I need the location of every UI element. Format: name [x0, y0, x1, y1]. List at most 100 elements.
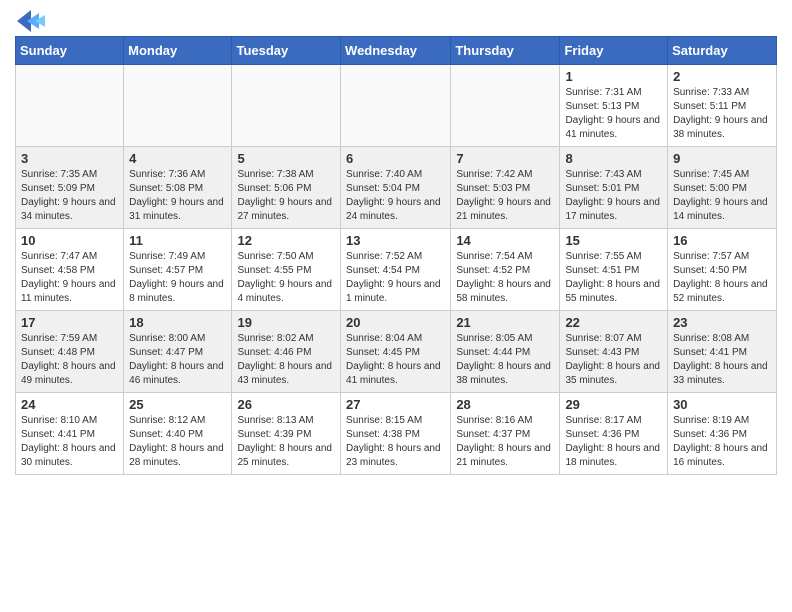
calendar-week-row: 3 Sunrise: 7:35 AM Sunset: 5:09 PM Daylig… — [16, 147, 777, 229]
day-info: Sunrise: 8:02 AM Sunset: 4:46 PM Dayligh… — [237, 332, 335, 388]
logo — [15, 10, 45, 28]
day-info: Sunrise: 8:04 AM Sunset: 4:45 PM Dayligh… — [346, 332, 445, 388]
page: SundayMondayTuesdayWednesdayThursdayFrid… — [0, 0, 792, 485]
day-info: Sunrise: 8:05 AM Sunset: 4:44 PM Dayligh… — [456, 332, 554, 388]
day-number: 4 — [129, 151, 226, 166]
day-info: Sunrise: 8:10 AM Sunset: 4:41 PM Dayligh… — [21, 414, 118, 470]
day-info: Sunrise: 7:38 AM Sunset: 5:06 PM Dayligh… — [237, 168, 335, 224]
day-number: 29 — [565, 397, 662, 412]
day-number: 5 — [237, 151, 335, 166]
logo-icon — [17, 10, 45, 32]
calendar-cell: 6 Sunrise: 7:40 AM Sunset: 5:04 PM Daylig… — [341, 147, 451, 229]
day-info: Sunrise: 7:31 AM Sunset: 5:13 PM Dayligh… — [565, 86, 662, 142]
day-number: 1 — [565, 69, 662, 84]
calendar-cell: 18Sunrise: 8:00 AM Sunset: 4:47 PM Dayli… — [124, 311, 232, 393]
day-number: 28 — [456, 397, 554, 412]
calendar-cell: 30 Sunrise: 8:19 AM Sunset: 4:36 PM Dayli… — [668, 393, 777, 475]
calendar-cell: 13 Sunrise: 7:52 AM Sunset: 4:54 PM Dayli… — [341, 229, 451, 311]
day-info: Sunrise: 7:50 AM Sunset: 4:55 PM Dayligh… — [237, 250, 335, 306]
col-header-monday: Monday — [124, 37, 232, 65]
calendar-cell — [232, 65, 341, 147]
day-info: Sunrise: 7:57 AM Sunset: 4:50 PM Dayligh… — [673, 250, 771, 306]
day-number: 13 — [346, 233, 445, 248]
day-number: 26 — [237, 397, 335, 412]
day-info: Sunrise: 8:19 AM Sunset: 4:36 PM Dayligh… — [673, 414, 771, 470]
day-info: Sunrise: 8:17 AM Sunset: 4:36 PM Dayligh… — [565, 414, 662, 470]
day-info: Sunrise: 7:35 AM Sunset: 5:09 PM Dayligh… — [21, 168, 118, 224]
col-header-wednesday: Wednesday — [341, 37, 451, 65]
day-number: 2 — [673, 69, 771, 84]
col-header-sunday: Sunday — [16, 37, 124, 65]
day-number: 23 — [673, 315, 771, 330]
day-number: 24 — [21, 397, 118, 412]
calendar-cell: 2 Sunrise: 7:33 AM Sunset: 5:11 PM Daylig… — [668, 65, 777, 147]
day-info: Sunrise: 7:36 AM Sunset: 5:08 PM Dayligh… — [129, 168, 226, 224]
calendar-cell: 22Sunrise: 8:07 AM Sunset: 4:43 PM Dayli… — [560, 311, 668, 393]
day-info: Sunrise: 7:42 AM Sunset: 5:03 PM Dayligh… — [456, 168, 554, 224]
day-number: 7 — [456, 151, 554, 166]
calendar-cell: 26 Sunrise: 8:13 AM Sunset: 4:39 PM Dayli… — [232, 393, 341, 475]
day-number: 15 — [565, 233, 662, 248]
col-header-thursday: Thursday — [451, 37, 560, 65]
day-number: 30 — [673, 397, 771, 412]
calendar-cell — [124, 65, 232, 147]
calendar-cell: 12Sunrise: 7:50 AM Sunset: 4:55 PM Dayli… — [232, 229, 341, 311]
col-header-tuesday: Tuesday — [232, 37, 341, 65]
calendar-table: SundayMondayTuesdayWednesdayThursdayFrid… — [15, 36, 777, 475]
calendar-cell — [341, 65, 451, 147]
calendar-cell: 27 Sunrise: 8:15 AM Sunset: 4:38 PM Dayli… — [341, 393, 451, 475]
day-info: Sunrise: 7:40 AM Sunset: 5:04 PM Dayligh… — [346, 168, 445, 224]
day-number: 8 — [565, 151, 662, 166]
calendar-cell: 25Sunrise: 8:12 AM Sunset: 4:40 PM Dayli… — [124, 393, 232, 475]
calendar-cell: 16Sunrise: 7:57 AM Sunset: 4:50 PM Dayli… — [668, 229, 777, 311]
calendar-cell: 5 Sunrise: 7:38 AM Sunset: 5:06 PM Daylig… — [232, 147, 341, 229]
day-info: Sunrise: 7:45 AM Sunset: 5:00 PM Dayligh… — [673, 168, 771, 224]
calendar-week-row: 1 Sunrise: 7:31 AM Sunset: 5:13 PM Daylig… — [16, 65, 777, 147]
day-info: Sunrise: 8:07 AM Sunset: 4:43 PM Dayligh… — [565, 332, 662, 388]
day-info: Sunrise: 7:59 AM Sunset: 4:48 PM Dayligh… — [21, 332, 118, 388]
day-number: 21 — [456, 315, 554, 330]
day-number: 19 — [237, 315, 335, 330]
calendar-cell: 21 Sunrise: 8:05 AM Sunset: 4:44 PM Dayli… — [451, 311, 560, 393]
calendar-cell: 29 Sunrise: 8:17 AM Sunset: 4:36 PM Dayli… — [560, 393, 668, 475]
calendar-week-row: 10Sunrise: 7:47 AM Sunset: 4:58 PM Dayli… — [16, 229, 777, 311]
calendar-cell: 10Sunrise: 7:47 AM Sunset: 4:58 PM Dayli… — [16, 229, 124, 311]
day-info: Sunrise: 7:52 AM Sunset: 4:54 PM Dayligh… — [346, 250, 445, 306]
day-number: 20 — [346, 315, 445, 330]
calendar-cell: 14 Sunrise: 7:54 AM Sunset: 4:52 PM Dayli… — [451, 229, 560, 311]
day-info: Sunrise: 8:13 AM Sunset: 4:39 PM Dayligh… — [237, 414, 335, 470]
day-info: Sunrise: 7:54 AM Sunset: 4:52 PM Dayligh… — [456, 250, 554, 306]
calendar-cell: 3 Sunrise: 7:35 AM Sunset: 5:09 PM Daylig… — [16, 147, 124, 229]
calendar-header-row: SundayMondayTuesdayWednesdayThursdayFrid… — [16, 37, 777, 65]
calendar-cell: 28Sunrise: 8:16 AM Sunset: 4:37 PM Dayli… — [451, 393, 560, 475]
day-info: Sunrise: 7:47 AM Sunset: 4:58 PM Dayligh… — [21, 250, 118, 306]
calendar-cell: 1 Sunrise: 7:31 AM Sunset: 5:13 PM Daylig… — [560, 65, 668, 147]
col-header-saturday: Saturday — [668, 37, 777, 65]
day-info: Sunrise: 7:55 AM Sunset: 4:51 PM Dayligh… — [565, 250, 662, 306]
col-header-friday: Friday — [560, 37, 668, 65]
day-info: Sunrise: 7:49 AM Sunset: 4:57 PM Dayligh… — [129, 250, 226, 306]
calendar-cell: 8 Sunrise: 7:43 AM Sunset: 5:01 PM Daylig… — [560, 147, 668, 229]
calendar-cell: 24 Sunrise: 8:10 AM Sunset: 4:41 PM Dayli… — [16, 393, 124, 475]
day-info: Sunrise: 8:00 AM Sunset: 4:47 PM Dayligh… — [129, 332, 226, 388]
day-info: Sunrise: 8:08 AM Sunset: 4:41 PM Dayligh… — [673, 332, 771, 388]
calendar-cell: 11 Sunrise: 7:49 AM Sunset: 4:57 PM Dayli… — [124, 229, 232, 311]
calendar-cell — [451, 65, 560, 147]
day-number: 14 — [456, 233, 554, 248]
day-number: 11 — [129, 233, 226, 248]
header — [15, 10, 777, 28]
calendar-cell: 15 Sunrise: 7:55 AM Sunset: 4:51 PM Dayli… — [560, 229, 668, 311]
day-info: Sunrise: 8:15 AM Sunset: 4:38 PM Dayligh… — [346, 414, 445, 470]
calendar-cell: 17Sunrise: 7:59 AM Sunset: 4:48 PM Dayli… — [16, 311, 124, 393]
calendar-cell: 7 Sunrise: 7:42 AM Sunset: 5:03 PM Daylig… — [451, 147, 560, 229]
day-number: 27 — [346, 397, 445, 412]
day-number: 3 — [21, 151, 118, 166]
day-info: Sunrise: 7:43 AM Sunset: 5:01 PM Dayligh… — [565, 168, 662, 224]
calendar-week-row: 17Sunrise: 7:59 AM Sunset: 4:48 PM Dayli… — [16, 311, 777, 393]
calendar-cell: 9 Sunrise: 7:45 AM Sunset: 5:00 PM Daylig… — [668, 147, 777, 229]
calendar-cell: 23 Sunrise: 8:08 AM Sunset: 4:41 PM Dayli… — [668, 311, 777, 393]
day-info: Sunrise: 7:33 AM Sunset: 5:11 PM Dayligh… — [673, 86, 771, 142]
day-number: 6 — [346, 151, 445, 166]
day-number: 25 — [129, 397, 226, 412]
day-number: 9 — [673, 151, 771, 166]
